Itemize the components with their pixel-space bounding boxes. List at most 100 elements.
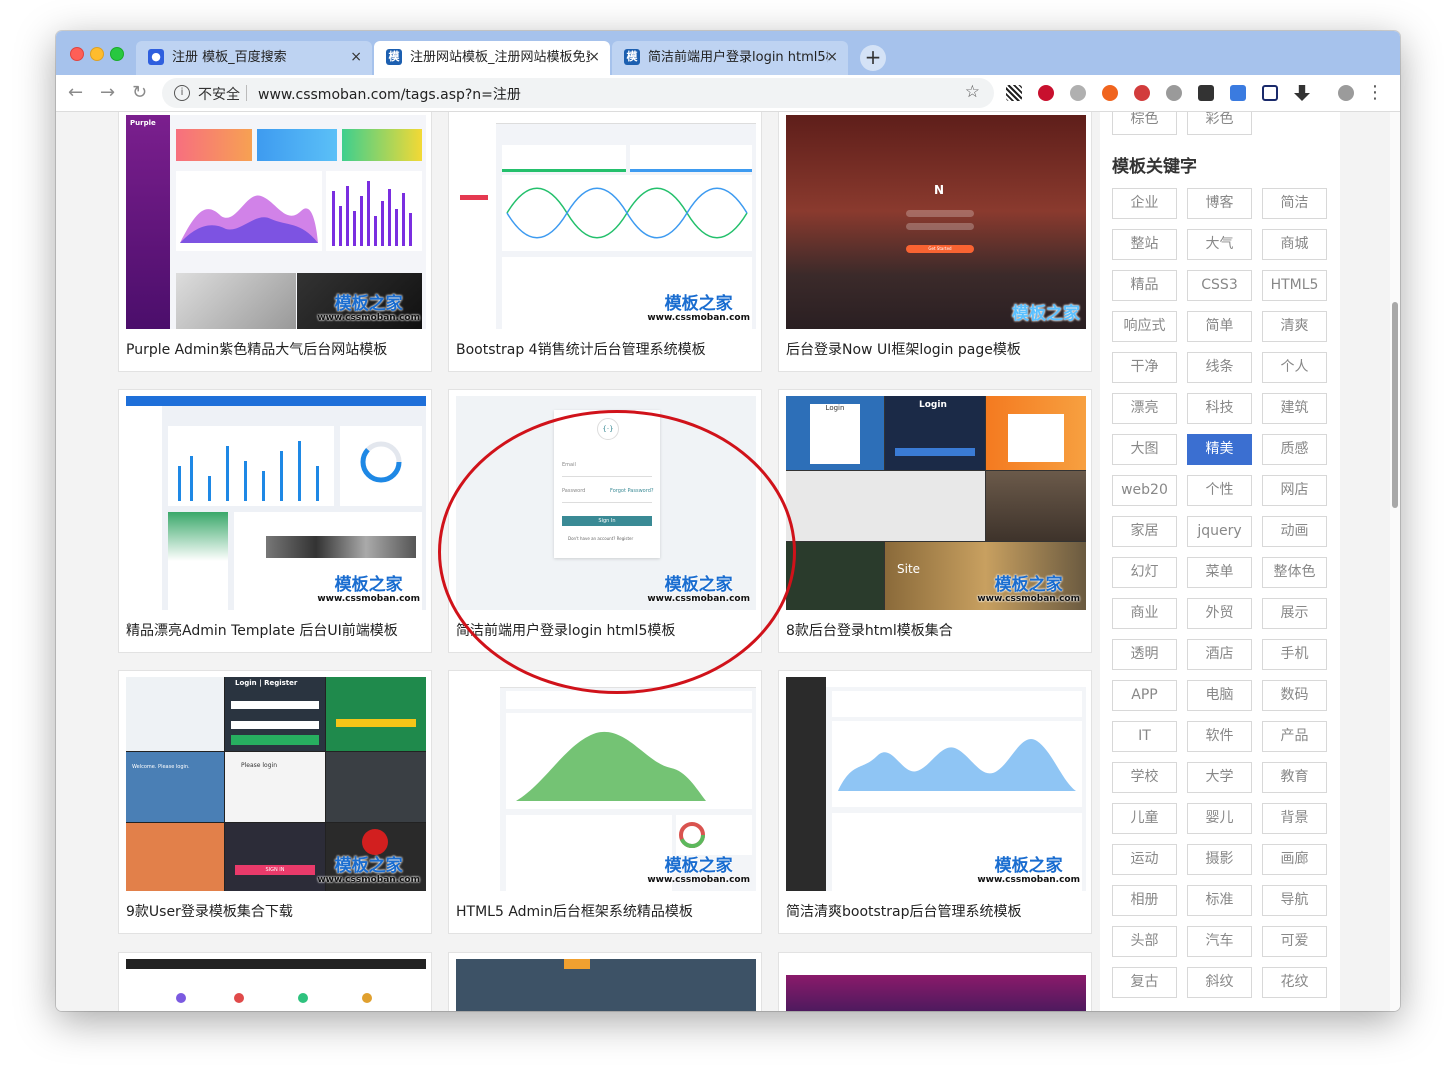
new-tab-button[interactable]: + xyxy=(860,45,886,71)
template-thumbnail[interactable]: 模板之家 www.cssmoban.com xyxy=(126,396,426,610)
keyword-tag[interactable]: 线条 xyxy=(1187,352,1252,383)
template-title[interactable]: 简洁清爽bootstrap后台管理系统模板 xyxy=(786,901,1022,921)
keyword-tag[interactable]: CSS3 xyxy=(1187,270,1252,301)
template-thumbnail[interactable]: {·} Email Password Forgot Password? Sign… xyxy=(456,396,756,610)
keyword-tag[interactable]: 精美 xyxy=(1187,434,1252,465)
keyword-tag[interactable]: 背景 xyxy=(1262,803,1327,834)
keyword-tag[interactable]: 个人 xyxy=(1262,352,1327,383)
keyword-tag[interactable]: 汽车 xyxy=(1187,926,1252,957)
keyword-tag[interactable]: 相册 xyxy=(1112,885,1177,916)
keyword-tag[interactable]: 展示 xyxy=(1262,598,1327,629)
close-tab-icon[interactable]: × xyxy=(588,48,600,66)
scrollbar-thumb[interactable] xyxy=(1392,302,1398,508)
keyword-tag[interactable]: IT xyxy=(1112,721,1177,752)
keyword-tag[interactable]: 大图 xyxy=(1112,434,1177,465)
reload-icon[interactable]: ↻ xyxy=(132,81,147,105)
template-thumbnail[interactable] xyxy=(786,959,1086,1011)
template-card[interactable]: 模板之家 www.cssmoban.com 精品漂亮Admin Template … xyxy=(118,389,432,653)
template-title[interactable]: 简洁前端用户登录login html5模板 xyxy=(456,620,675,640)
adblock-extension-icon[interactable] xyxy=(1038,85,1054,101)
keyword-tag[interactable]: 动画 xyxy=(1262,516,1327,547)
template-card[interactable]: Login | Register Welcome. Please login. … xyxy=(118,670,432,934)
keyword-tag[interactable]: 透明 xyxy=(1112,639,1177,670)
keyword-tag[interactable]: 网店 xyxy=(1262,475,1327,506)
close-tab-icon[interactable]: × xyxy=(826,48,838,66)
keyword-tag[interactable]: 花纹 xyxy=(1262,967,1327,998)
template-card[interactable] xyxy=(778,952,1092,1011)
keyword-tag[interactable]: 商城 xyxy=(1262,229,1327,260)
template-card[interactable]: N Get Started 模板之家 后台登录Now UI框架login pag… xyxy=(778,112,1092,372)
keyword-tag[interactable]: 幻灯 xyxy=(1112,557,1177,588)
keyword-tag[interactable]: 头部 xyxy=(1112,926,1177,957)
template-thumbnail[interactable]: 模板之家 www.cssmoban.com xyxy=(456,677,756,891)
keyword-tag[interactable]: 质感 xyxy=(1262,434,1327,465)
keyword-tag[interactable]: 家居 xyxy=(1112,516,1177,547)
tag-colorful[interactable]: 彩色 xyxy=(1187,112,1252,135)
keyword-tag[interactable]: 教育 xyxy=(1262,762,1327,793)
template-card[interactable]: 模板之家 www.cssmoban.com 简洁清爽bootstrap后台管理系统… xyxy=(778,670,1092,934)
gray-extension-icon[interactable] xyxy=(1166,85,1182,101)
keyword-tag[interactable]: jquery xyxy=(1187,516,1252,547)
globe-extension-icon[interactable] xyxy=(1070,85,1086,101)
keyword-tag[interactable]: 画廊 xyxy=(1262,844,1327,875)
keyword-tag[interactable]: 外贸 xyxy=(1187,598,1252,629)
keyword-tag[interactable]: 复古 xyxy=(1112,967,1177,998)
template-thumbnail[interactable]: 模板之家 www.cssmoban.com xyxy=(456,115,756,329)
keyword-tag[interactable]: 清爽 xyxy=(1262,311,1327,342)
template-card[interactable] xyxy=(448,952,762,1011)
template-card[interactable] xyxy=(118,952,432,1011)
keyword-tag[interactable]: 简洁 xyxy=(1262,188,1327,219)
tag-brown[interactable]: 棕色 xyxy=(1112,112,1177,135)
template-thumbnail[interactable]: 模板之家 www.cssmoban.com xyxy=(786,677,1086,891)
url-text[interactable]: www.cssmoban.com/tags.asp?n=注册 xyxy=(258,84,521,104)
close-tab-icon[interactable]: × xyxy=(350,48,362,66)
keyword-tag[interactable]: 酒店 xyxy=(1187,639,1252,670)
info-icon[interactable]: i xyxy=(174,85,190,101)
keyword-tag[interactable]: 博客 xyxy=(1187,188,1252,219)
zoom-window-button[interactable] xyxy=(110,47,124,61)
keyword-tag[interactable]: 企业 xyxy=(1112,188,1177,219)
keyword-tag[interactable]: HTML5 xyxy=(1262,270,1327,301)
b-extension-icon[interactable] xyxy=(1262,85,1278,101)
template-title[interactable]: 精品漂亮Admin Template 后台UI前端模板 xyxy=(126,620,398,640)
forward-arrow-icon[interactable]: → xyxy=(100,81,115,105)
keyword-tag[interactable]: 运动 xyxy=(1112,844,1177,875)
keyword-tag[interactable]: 产品 xyxy=(1262,721,1327,752)
keyword-tag[interactable]: 整站 xyxy=(1112,229,1177,260)
template-card[interactable]: 模板之家 www.cssmoban.com HTML5 Admin后台框架系统精品… xyxy=(448,670,762,934)
security-label[interactable]: 不安全 xyxy=(198,84,240,104)
keyword-tag[interactable]: 学校 xyxy=(1112,762,1177,793)
tab-register-templates[interactable]: 模 注册网站模板_注册网站模板免费 × xyxy=(374,41,610,75)
scrollbar[interactable] xyxy=(1390,112,1400,1011)
template-thumbnail[interactable]: Login | Register Welcome. Please login. … xyxy=(126,677,426,891)
keyword-tag[interactable]: 个性 xyxy=(1187,475,1252,506)
jh-extension-icon[interactable] xyxy=(1230,85,1246,101)
keyword-tag[interactable]: 响应式 xyxy=(1112,311,1177,342)
template-title[interactable]: Purple Admin紫色精品大气后台网站模板 xyxy=(126,339,387,359)
keyword-tag[interactable]: 电脑 xyxy=(1187,680,1252,711)
keyword-tag[interactable]: 斜纹 xyxy=(1187,967,1252,998)
template-thumbnail[interactable] xyxy=(456,959,756,1011)
template-card[interactable]: {·} Email Password Forgot Password? Sign… xyxy=(448,389,762,653)
profile-avatar-icon[interactable] xyxy=(1338,85,1354,101)
keyword-tag[interactable]: 漂亮 xyxy=(1112,393,1177,424)
keyword-tag[interactable]: 干净 xyxy=(1112,352,1177,383)
close-window-button[interactable] xyxy=(70,47,84,61)
template-title[interactable]: 后台登录Now UI框架login page模板 xyxy=(786,339,1021,359)
translate-extension-icon[interactable] xyxy=(1134,85,1150,101)
template-thumbnail[interactable] xyxy=(126,959,426,1011)
keyword-tag[interactable]: 整体色 xyxy=(1262,557,1327,588)
keyword-tag[interactable]: 软件 xyxy=(1187,721,1252,752)
keyword-tag[interactable]: 导航 xyxy=(1262,885,1327,916)
back-arrow-icon[interactable]: ← xyxy=(68,81,83,105)
minimize-window-button[interactable] xyxy=(90,47,104,61)
address-bar[interactable]: i 不安全 www.cssmoban.com/tags.asp?n=注册 ☆ xyxy=(162,78,994,108)
more-menu-icon[interactable]: ⋮ xyxy=(1366,81,1384,105)
keyword-tag[interactable]: web20 xyxy=(1112,475,1177,506)
keyword-tag[interactable]: 大气 xyxy=(1187,229,1252,260)
template-thumbnail[interactable]: Login Login Site 模板之家 www.cssmoban.com xyxy=(786,396,1086,610)
qr-code-extension-icon[interactable] xyxy=(1006,85,1022,101)
keyword-tag[interactable]: 菜单 xyxy=(1187,557,1252,588)
tab-baidu-search[interactable]: ● 注册 模板_百度搜索 × xyxy=(136,41,372,75)
keyword-tag[interactable]: 儿童 xyxy=(1112,803,1177,834)
